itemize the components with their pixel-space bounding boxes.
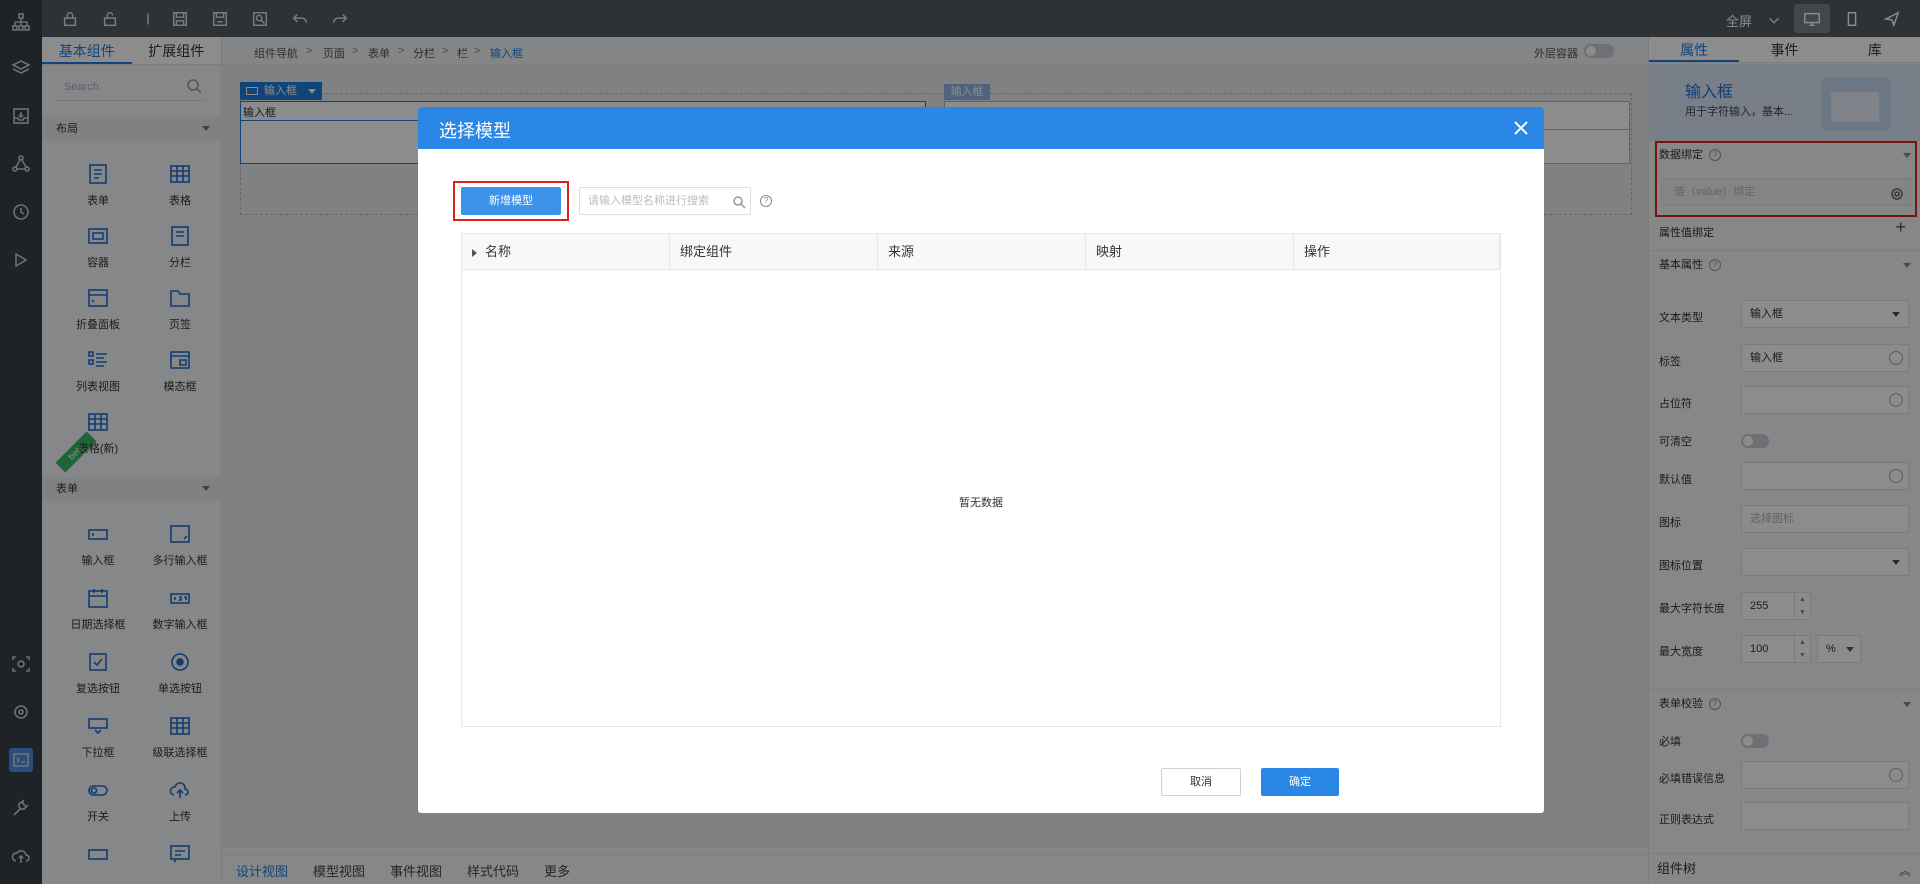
column-label: 来源 (888, 244, 915, 259)
search-placeholder: 请输入模型名称进行搜索 (588, 195, 709, 207)
help-icon[interactable]: ? (760, 195, 772, 207)
search-icon[interactable] (732, 193, 746, 219)
column-label: 映射 (1096, 244, 1123, 259)
close-icon[interactable] (1512, 119, 1530, 137)
confirm-button[interactable]: 确定 (1261, 768, 1339, 796)
dialog-title: 选择模型 (439, 121, 511, 141)
select-model-dialog: 选择模型 新增模型 请输入模型名称进行搜索 ? 名称 绑定组件 来源 映射 操作… (418, 107, 1544, 813)
column-label: 名称 (485, 244, 512, 259)
table-header: 名称 绑定组件 来源 映射 操作 (462, 234, 1500, 270)
cancel-button[interactable]: 取消 (1161, 768, 1241, 796)
column-bound-component: 绑定组件 (670, 234, 878, 270)
column-actions: 操作 (1294, 234, 1500, 270)
empty-state-text: 暂无数据 (959, 497, 1003, 509)
highlight-box (453, 181, 569, 221)
expand-icon[interactable] (472, 248, 477, 257)
column-name[interactable]: 名称 (462, 234, 670, 270)
column-source: 来源 (878, 234, 1086, 270)
column-mapping: 映射 (1086, 234, 1294, 270)
dialog-header: 选择模型 (418, 107, 1544, 149)
model-table: 名称 绑定组件 来源 映射 操作 暂无数据 (461, 233, 1501, 727)
model-search-input[interactable]: 请输入模型名称进行搜索 (579, 187, 751, 215)
column-label: 操作 (1304, 244, 1331, 259)
column-label: 绑定组件 (680, 244, 733, 259)
